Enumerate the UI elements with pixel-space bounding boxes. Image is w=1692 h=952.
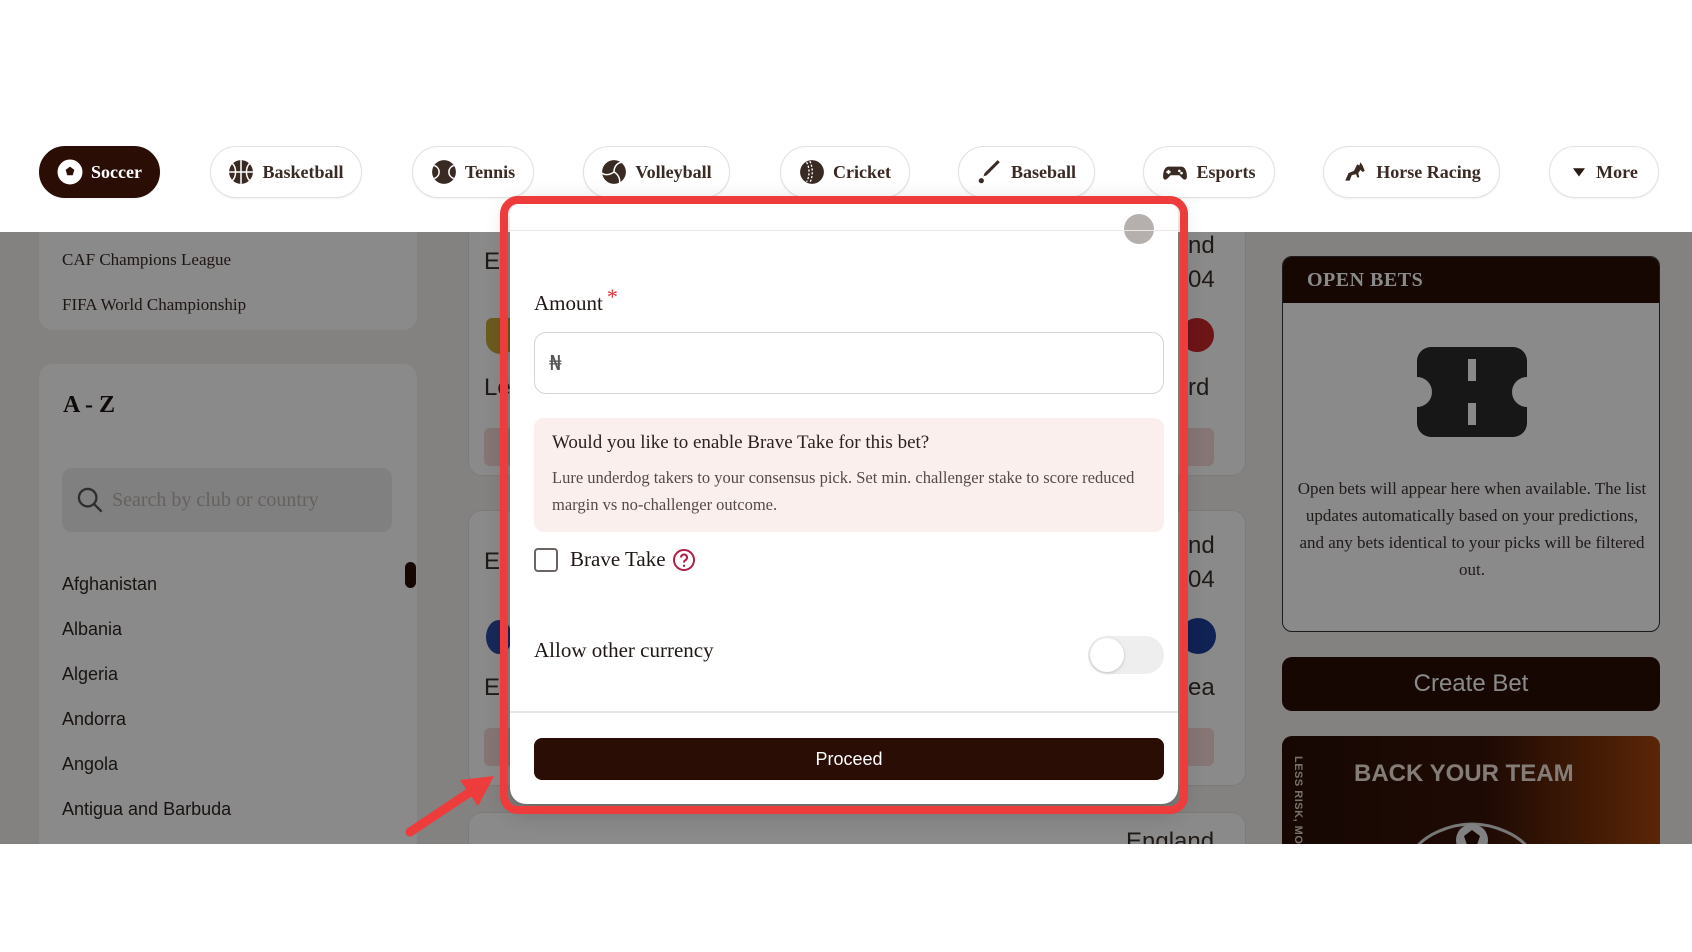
basketball-icon xyxy=(229,160,254,184)
toggle-knob xyxy=(1090,638,1124,672)
caret-down-icon xyxy=(1573,168,1586,177)
brave-take-label[interactable]: Brave Take xyxy=(570,547,666,572)
sport-tab-esports[interactable]: Esports xyxy=(1143,146,1275,198)
baseball-bat-icon xyxy=(978,160,1000,184)
sport-tab-volleyball[interactable]: Volleyball xyxy=(583,146,730,198)
brave-take-info: Would you like to enable Brave Take for … xyxy=(534,418,1164,532)
brave-take-row: Brave Take xyxy=(534,547,696,572)
place-bet-modal: Amount * ₦ Would you like to enable Brave… xyxy=(510,200,1178,804)
soccer-ball-icon xyxy=(57,159,83,185)
sport-tab-label: Esports xyxy=(1196,161,1256,182)
horse-icon xyxy=(1345,162,1365,181)
amount-label: Amount * xyxy=(534,284,618,316)
volleyball-icon xyxy=(601,160,627,184)
sport-tab-label: Baseball xyxy=(1010,161,1076,182)
brave-take-description: Lure underdog takers to your consensus p… xyxy=(552,468,1135,514)
brave-take-checkbox[interactable] xyxy=(534,547,558,572)
sport-tab-soccer[interactable]: Soccer xyxy=(39,146,160,198)
sport-tab-baseball[interactable]: Baseball xyxy=(958,146,1095,198)
allow-currency-toggle[interactable] xyxy=(1088,636,1164,674)
sport-tab-horse-racing[interactable]: Horse Racing xyxy=(1323,146,1500,198)
close-icon[interactable] xyxy=(1124,214,1154,244)
naira-icon: ₦ xyxy=(549,351,562,375)
sport-tab-label: Horse Racing xyxy=(1376,161,1481,182)
amount-field[interactable]: ₦ xyxy=(534,332,1164,394)
sport-tab-label: Cricket xyxy=(833,161,891,182)
sport-tab-label: More xyxy=(1596,161,1638,182)
brave-take-question: Would you like to enable Brave Take for … xyxy=(552,432,930,453)
tennis-ball-icon xyxy=(431,160,456,184)
sport-tab-label: Basketball xyxy=(262,161,344,182)
sport-tab-basketball[interactable]: Basketball xyxy=(210,146,362,198)
modal-divider-bottom xyxy=(510,711,1178,713)
sport-tab-label: Volleyball xyxy=(635,161,712,182)
allow-currency-label: Allow other currency xyxy=(534,638,714,662)
sport-tab-more[interactable]: More xyxy=(1549,146,1659,198)
sport-tab-cricket[interactable]: Cricket xyxy=(780,146,910,198)
amount-input[interactable] xyxy=(571,351,1132,375)
cricket-ball-icon xyxy=(800,160,824,184)
modal-divider-top xyxy=(510,230,1178,231)
required-mark: * xyxy=(606,284,618,309)
sport-tab-tennis[interactable]: Tennis xyxy=(412,146,534,198)
help-icon[interactable] xyxy=(672,548,696,572)
amount-label-text: Amount xyxy=(534,291,603,315)
sport-tab-label: Tennis xyxy=(464,161,516,182)
sport-tab-label: Soccer xyxy=(91,161,142,182)
proceed-button[interactable]: Proceed xyxy=(534,738,1164,780)
gamepad-icon xyxy=(1163,166,1188,180)
